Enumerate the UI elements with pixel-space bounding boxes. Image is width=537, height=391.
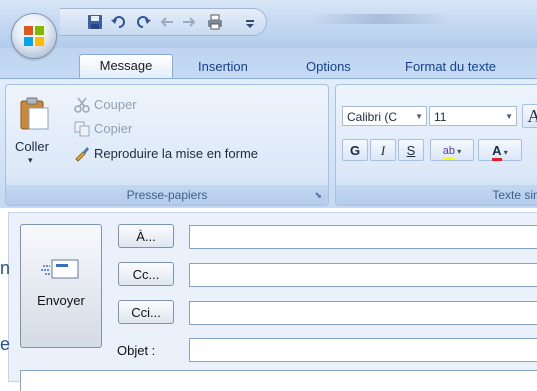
- tab-format-du-texte[interactable]: Format du texte: [405, 56, 496, 78]
- redo-icon[interactable]: [134, 13, 152, 31]
- basic-text-group-title: Texte sim: [492, 188, 537, 202]
- dialog-launcher-icon[interactable]: ⬊: [314, 185, 322, 205]
- underline-button[interactable]: S: [398, 139, 424, 161]
- compose-area: Envoyer À... Cc... Cci... Objet : n e: [0, 208, 537, 391]
- grow-font-button[interactable]: A: [522, 104, 537, 128]
- bold-button[interactable]: G: [342, 139, 368, 161]
- tab-insertion[interactable]: Insertion: [198, 56, 248, 78]
- copy-button[interactable]: Copier: [94, 121, 132, 136]
- quick-access-toolbar: [60, 8, 267, 36]
- highlight-dropdown-icon[interactable]: ▾: [455, 147, 461, 156]
- font-size-dropdown-icon[interactable]: ▼: [505, 107, 513, 127]
- bcc-field[interactable]: [189, 301, 537, 325]
- format-painter-button[interactable]: Reproduire la mise en forme: [94, 146, 258, 161]
- undo-icon[interactable]: [110, 13, 128, 31]
- font-name-combo[interactable]: Calibri (C ▼: [342, 106, 427, 126]
- send-label: Envoyer: [37, 293, 85, 308]
- office-logo-icon: [24, 26, 44, 46]
- font-color-button[interactable]: A ▾: [478, 139, 522, 161]
- left-edge-text-fragment: e: [0, 334, 11, 354]
- window-title-area: [310, 14, 450, 24]
- forward-arrow-icon[interactable]: [180, 13, 198, 31]
- cc-field[interactable]: [189, 263, 537, 287]
- paste-icon[interactable]: [18, 97, 50, 131]
- basic-text-group-label: Texte sim: [336, 185, 537, 205]
- send-button[interactable]: Envoyer: [20, 224, 102, 348]
- highlight-label: ab: [442, 145, 455, 160]
- italic-button[interactable]: I: [370, 139, 396, 161]
- send-envelope-icon: [41, 259, 79, 279]
- title-bar: [0, 0, 537, 58]
- left-edge-text-fragment: n: [0, 258, 11, 278]
- copy-icon: [74, 121, 90, 137]
- clipboard-group-title: Presse-papiers: [126, 188, 208, 202]
- font-size-value: 11: [434, 110, 447, 124]
- message-body[interactable]: [20, 370, 537, 391]
- tab-message[interactable]: Message: [79, 54, 173, 80]
- subject-field[interactable]: [189, 338, 537, 362]
- font-size-combo[interactable]: 11 ▼: [429, 106, 517, 126]
- subject-label: Objet :: [117, 343, 156, 358]
- font-color-label: A: [492, 143, 502, 161]
- font-name-value: Calibri (C: [347, 110, 398, 124]
- bcc-button[interactable]: Cci...: [118, 300, 174, 324]
- font-color-dropdown-icon[interactable]: ▾: [502, 148, 508, 157]
- to-button[interactable]: À...: [118, 224, 174, 248]
- format-painter-icon: [75, 147, 89, 162]
- basic-text-group: Calibri (C ▼ 11 ▼ A G I S ab ▾ A ▾ Texte…: [335, 84, 537, 206]
- paste-dropdown-icon[interactable]: ▾: [28, 155, 33, 166]
- ribbon-tabs: Message Insertion Options Format du text…: [0, 48, 537, 80]
- tab-options[interactable]: Options: [306, 56, 351, 78]
- office-button[interactable]: [12, 14, 56, 58]
- paste-button[interactable]: Coller: [15, 139, 49, 154]
- back-arrow-icon[interactable]: [158, 13, 176, 31]
- print-icon[interactable]: [206, 13, 224, 31]
- to-field[interactable]: [189, 225, 537, 249]
- clipboard-group: Coller ▾ Couper Copier Reproduire la mis…: [5, 84, 329, 206]
- scissors-icon: [74, 97, 90, 113]
- customize-dropdown-icon[interactable]: [244, 13, 258, 31]
- highlight-button[interactable]: ab ▾: [430, 139, 474, 161]
- clipboard-group-label: Presse-papiers ⬊: [6, 185, 328, 205]
- ribbon: Coller ▾ Couper Copier Reproduire la mis…: [0, 78, 537, 209]
- font-name-dropdown-icon[interactable]: ▼: [415, 107, 423, 127]
- cc-button[interactable]: Cc...: [118, 262, 174, 286]
- cut-button[interactable]: Couper: [94, 97, 137, 112]
- save-icon[interactable]: [86, 13, 104, 31]
